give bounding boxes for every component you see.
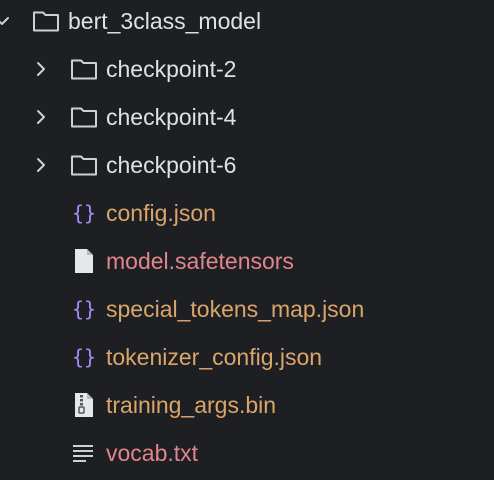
project-file-tree: bert_3class_model checkpoint-2 checkpoin…	[0, 0, 494, 480]
json-braces-icon: {}	[72, 201, 96, 225]
file-label: vocab.txt	[106, 440, 199, 466]
folder-label: checkpoint-4	[106, 104, 237, 130]
tree-row-file[interactable]: training_args.bin	[0, 381, 494, 429]
svg-text:{}: {}	[72, 297, 96, 321]
tree-row-folder[interactable]: checkpoint-2	[0, 45, 494, 93]
folder-icon	[71, 155, 97, 176]
folder-label: checkpoint-2	[106, 56, 237, 82]
chevron-right-icon[interactable]	[31, 59, 51, 79]
file-label: tokenizer_config.json	[106, 344, 323, 370]
binary-file-icon	[75, 393, 93, 417]
tree-row-file[interactable]: model.safetensors	[0, 237, 494, 285]
file-label: special_tokens_map.json	[106, 296, 365, 322]
file-label: config.json	[106, 200, 216, 226]
tree-row-file[interactable]: {} config.json	[0, 189, 494, 237]
folder-label: bert_3class_model	[68, 8, 262, 34]
svg-text:{}: {}	[72, 201, 96, 225]
file-label: training_args.bin	[106, 392, 277, 418]
file-label: model.safetensors	[106, 248, 294, 274]
svg-text:{}: {}	[72, 345, 96, 369]
json-braces-icon: {}	[72, 297, 96, 321]
blank-file-icon	[75, 249, 93, 273]
tree-row-folder[interactable]: checkpoint-6	[0, 141, 494, 189]
json-braces-icon: {}	[72, 345, 96, 369]
tree-row-file[interactable]: {} special_tokens_map.json	[0, 285, 494, 333]
folder-icon	[33, 11, 59, 32]
chevron-right-icon[interactable]	[31, 107, 51, 127]
folder-label: checkpoint-6	[106, 152, 237, 178]
tree-row-file[interactable]: vocab.txt	[0, 429, 494, 477]
folder-icon	[71, 107, 97, 128]
folder-icon	[71, 59, 97, 80]
text-lines-icon	[73, 445, 93, 462]
chevron-down-icon[interactable]	[0, 11, 12, 31]
tree-row-file[interactable]: {} tokenizer_config.json	[0, 333, 494, 381]
chevron-right-icon[interactable]	[31, 155, 51, 175]
tree-row-folder[interactable]: checkpoint-4	[0, 93, 494, 141]
tree-row-root-folder[interactable]: bert_3class_model	[0, 0, 494, 45]
